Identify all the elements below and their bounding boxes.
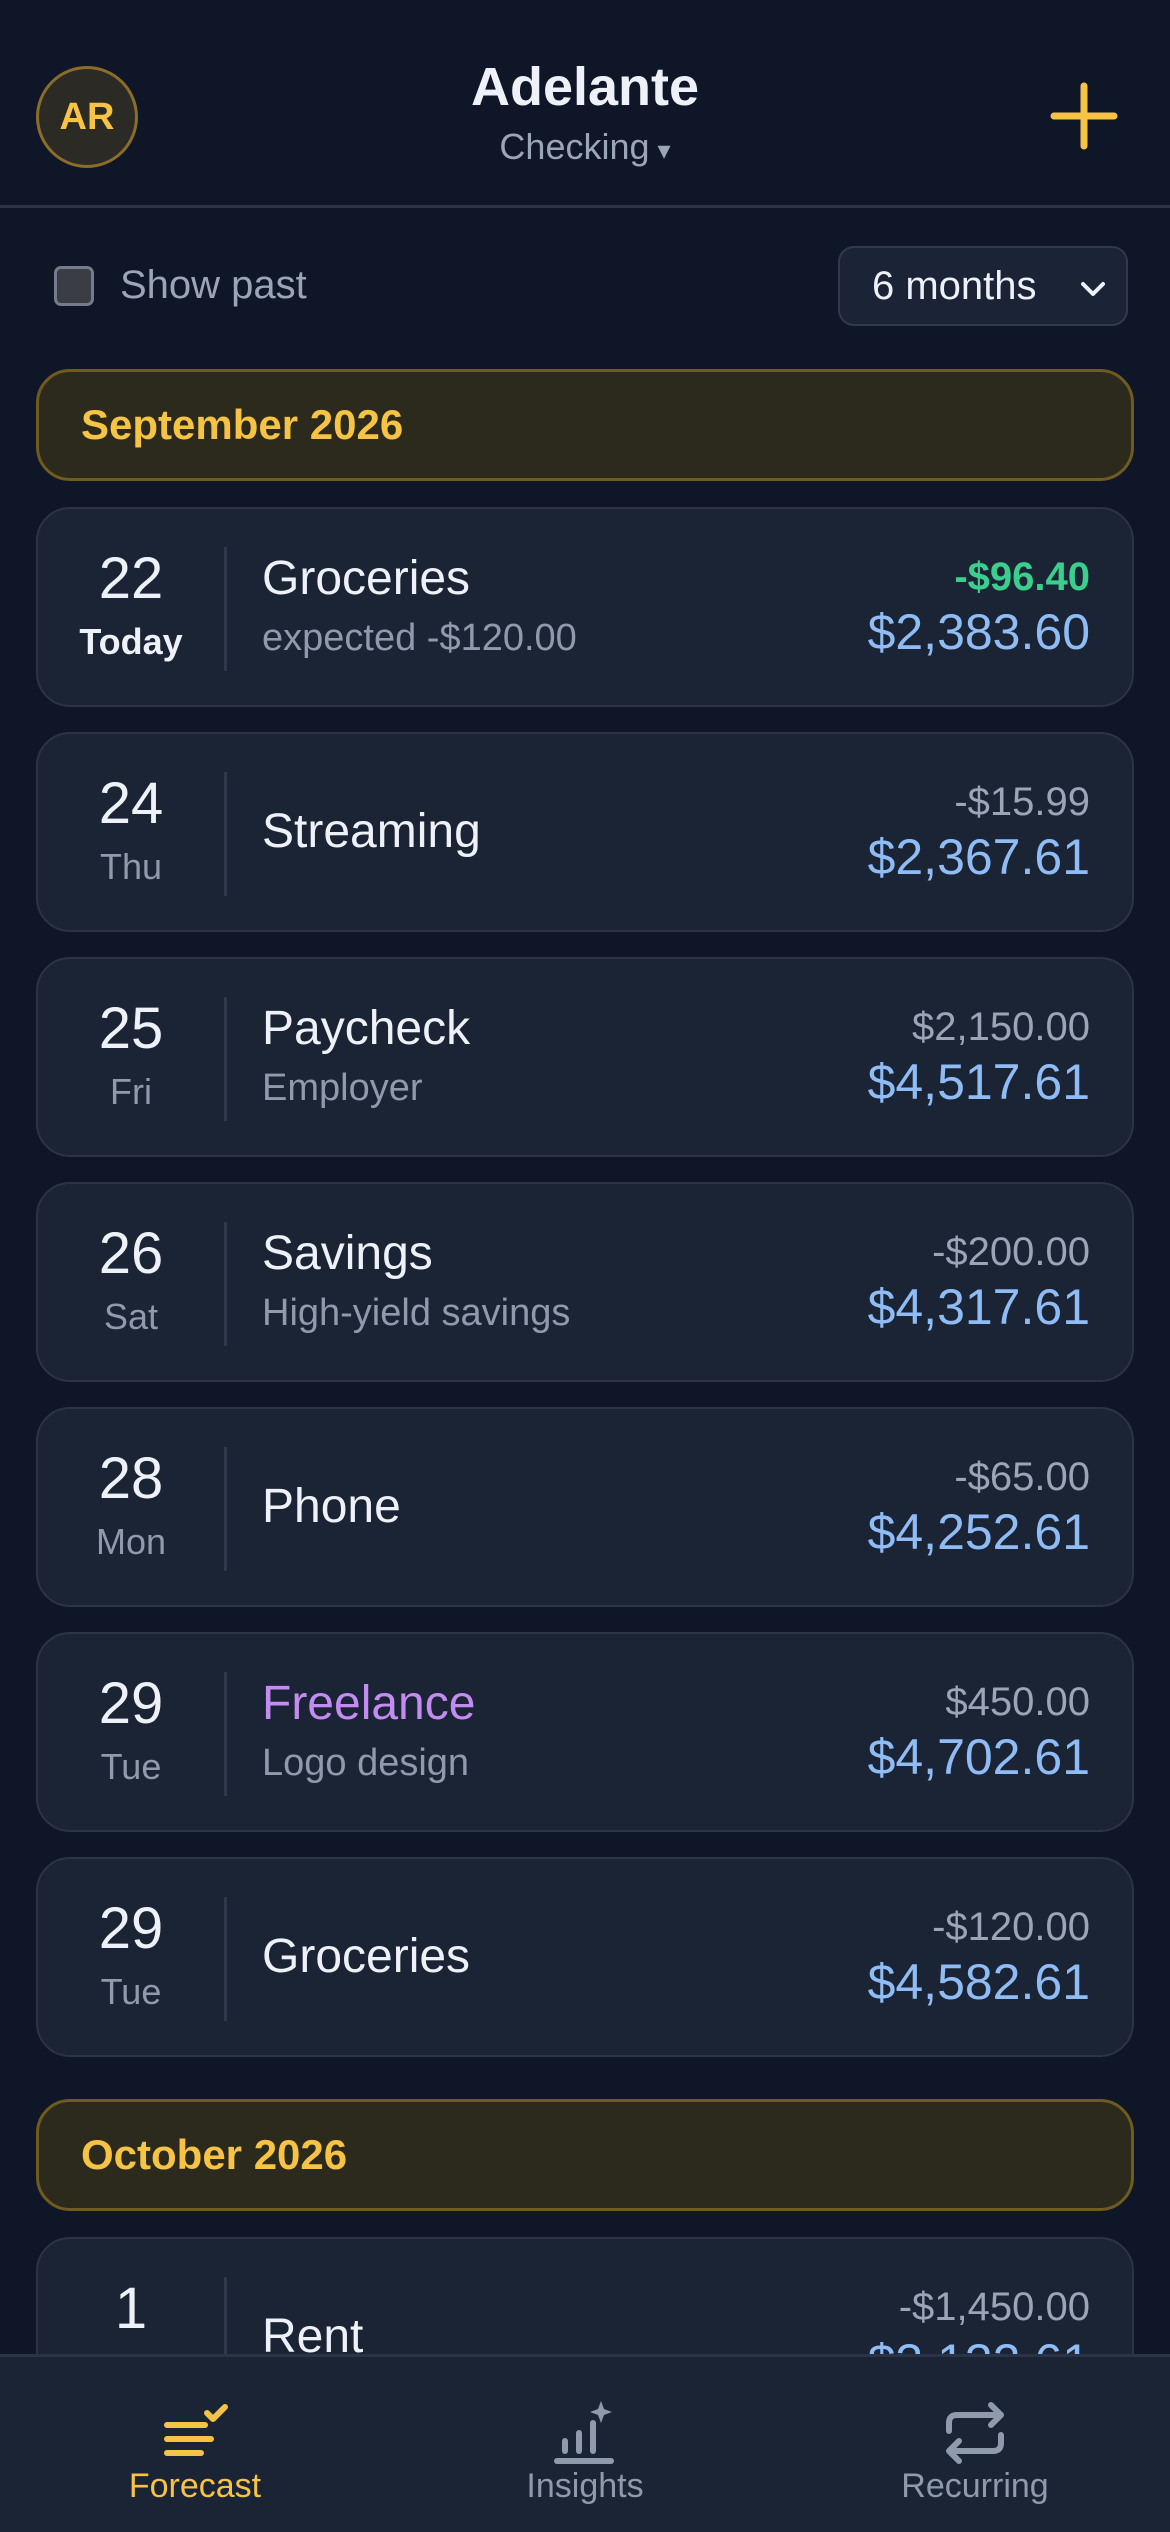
transaction-card[interactable]: 26 Sat Savings High-yield savings -$200.… [36, 1182, 1134, 1382]
transaction-title: Groceries [262, 552, 471, 605]
transaction-title: Groceries [262, 1930, 471, 1983]
caret-down-icon: ▾ [657, 135, 671, 165]
transaction-subtitle: Employer [262, 1067, 423, 1109]
running-balance: $4,517.61 [867, 1054, 1090, 1110]
show-past-checkbox[interactable] [54, 266, 94, 306]
month-label: September 2026 [81, 401, 404, 448]
date-column: 29 Tue [38, 1634, 224, 1830]
insights-chart-icon [554, 2401, 614, 2464]
day-number: 1 [114, 2276, 148, 2341]
day-number: 26 [98, 1221, 164, 1286]
day-name: Today [79, 621, 183, 662]
range-select[interactable]: 6 months [838, 246, 1128, 326]
transaction-amount: $2,150.00 [912, 1005, 1090, 1049]
running-balance: $4,317.61 [867, 1279, 1090, 1335]
app-title: Adelante [470, 57, 700, 117]
month-header-september: September 2026 [36, 369, 1134, 481]
month-header-october: October 2026 [36, 2099, 1134, 2211]
date-column: 29 Tue [38, 1859, 224, 2055]
tab-recurring[interactable]: Recurring [780, 2357, 1170, 2532]
day-name: Mon [95, 1521, 167, 1562]
tab-label: Insights [526, 2467, 644, 2505]
transaction-card[interactable]: 28 Mon Phone -$65.00 $4,252.61 [36, 1407, 1134, 1607]
date-column: 24 Thu [38, 734, 224, 930]
transaction-card[interactable]: 25 Fri Paycheck Employer $2,150.00 $4,51… [36, 957, 1134, 1157]
divider [224, 1447, 227, 1571]
transaction-subtitle: High-yield savings [262, 1292, 571, 1334]
transaction-subtitle: expected -$120.00 [262, 617, 577, 659]
day-name: Thu [99, 846, 163, 887]
show-past-label[interactable]: Show past [120, 263, 307, 308]
day-name: Tue [100, 1971, 162, 2012]
transaction-title: Streaming [262, 805, 481, 858]
day-number: 22 [98, 546, 164, 611]
forecast-list-check-icon [164, 2404, 228, 2456]
day-name: Tue [100, 1746, 162, 1787]
transaction-title: Savings [262, 1227, 433, 1280]
day-number: 28 [98, 1446, 164, 1511]
transaction-amount: -$1,450.00 [898, 2285, 1090, 2329]
divider [224, 997, 227, 1121]
transaction-subtitle: Logo design [262, 1742, 470, 1784]
tab-forecast[interactable]: Forecast [0, 2357, 390, 2532]
transaction-title: Paycheck [262, 1002, 471, 1055]
tab-label: Recurring [901, 2467, 1049, 2505]
divider [224, 1222, 227, 1346]
account-name: Checking [499, 126, 650, 167]
account-switcher[interactable]: Checking ▾ [0, 126, 1170, 168]
running-balance: $2,367.61 [867, 829, 1090, 885]
transaction-card[interactable]: 24 Thu Streaming -$15.99 $2,367.61 [36, 732, 1134, 932]
day-number: 25 [98, 996, 164, 1061]
transaction-amount: -$96.40 [954, 555, 1090, 599]
date-column: 25 Fri [38, 959, 224, 1155]
bottom-tab-bar: Forecast Insights Recurring [0, 2354, 1170, 2532]
day-name: Sat [103, 1296, 159, 1337]
divider [224, 547, 227, 671]
chevron-down-icon [1081, 282, 1105, 296]
transaction-title: Freelance [262, 1677, 476, 1730]
day-number: 29 [98, 1896, 164, 1961]
date-column: 28 Mon [38, 1409, 224, 1605]
divider [224, 1672, 227, 1796]
divider [224, 772, 227, 896]
plus-icon[interactable] [1048, 80, 1120, 152]
day-name: Fri [110, 1071, 152, 1112]
divider [224, 1897, 227, 2021]
transaction-card[interactable]: 29 Tue Freelance Logo design $450.00 $4,… [36, 1632, 1134, 1832]
transaction-amount: $450.00 [945, 1680, 1090, 1724]
transaction-amount: -$120.00 [932, 1905, 1090, 1949]
transaction-title: Phone [262, 1480, 401, 1533]
month-label: October 2026 [81, 2131, 348, 2178]
tab-insights[interactable]: Insights [390, 2357, 780, 2532]
date-column: 26 Sat [38, 1184, 224, 1380]
running-balance: $4,582.61 [867, 1954, 1090, 2010]
tab-label: Forecast [128, 2467, 262, 2505]
running-balance: $2,383.60 [867, 604, 1090, 660]
date-column: 22 Today [38, 509, 224, 705]
running-balance: $4,252.61 [867, 1504, 1090, 1560]
recurring-arrows-icon [946, 2402, 1004, 2464]
day-number: 24 [98, 771, 164, 836]
app-header: AR Adelante Checking ▾ [0, 0, 1170, 208]
transaction-amount: -$15.99 [954, 780, 1090, 824]
range-select-value: 6 months [872, 263, 1037, 308]
transaction-card[interactable]: 22 Today Groceries expected -$120.00 -$9… [36, 507, 1134, 707]
running-balance: $4,702.61 [867, 1729, 1090, 1785]
transaction-card[interactable]: 29 Tue Groceries -$120.00 $4,582.61 [36, 1857, 1134, 2057]
day-number: 29 [98, 1671, 164, 1736]
transaction-amount: -$65.00 [954, 1455, 1090, 1499]
transaction-amount: -$200.00 [932, 1230, 1090, 1274]
